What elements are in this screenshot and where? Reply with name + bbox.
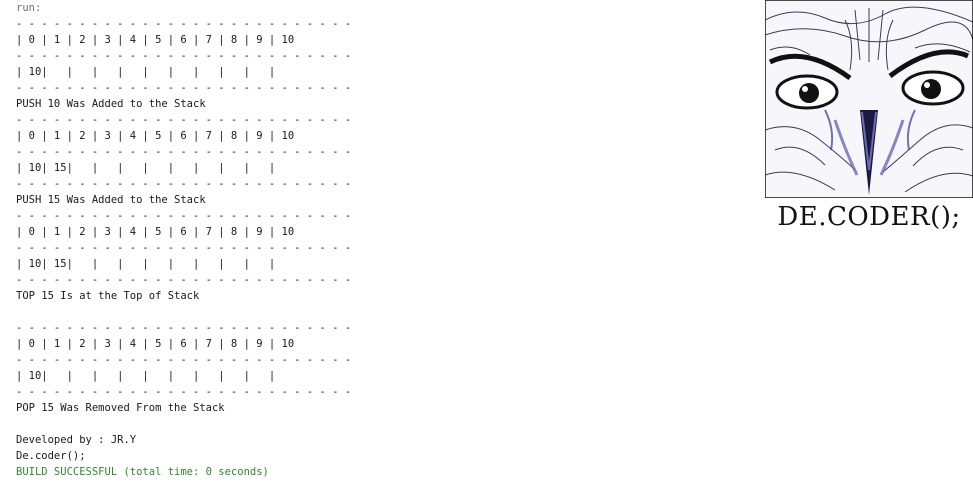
decoder-logo: DE.CODER(); [765,0,973,240]
output-console: run: - - - - - - - - - - - - - - - - - -… [16,0,351,480]
logo-text: DE.CODER(); [777,202,961,232]
operation-message: PUSH 15 Was Added to the Stack [16,194,206,206]
separator-line: - - - - - - - - - - - - - - - - - - - - … [16,210,352,222]
separator-line: - - - - - - - - - - - - - - - - - - - - … [16,18,352,30]
operation-message: POP 15 Was Removed From the Stack [16,402,225,414]
operation-message: PUSH 10 Was Added to the Stack [16,98,206,110]
separator-line: - - - - - - - - - - - - - - - - - - - - … [16,82,352,94]
separator-line: - - - - - - - - - - - - - - - - - - - - … [16,386,352,398]
stack-value-row: | 10| 15| | | | | | | | | [16,162,276,174]
separator-line: - - - - - - - - - - - - - - - - - - - - … [16,322,352,334]
brand-line: De.coder(); [16,450,86,462]
operation-message: TOP 15 Is at the Top of Stack [16,290,200,302]
stack-value-row: | 10| 15| | | | | | | | | [16,258,276,270]
separator-line: - - - - - - - - - - - - - - - - - - - - … [16,242,352,254]
separator-line: - - - - - - - - - - - - - - - - - - - - … [16,50,352,62]
separator-line: - - - - - - - - - - - - - - - - - - - - … [16,274,352,286]
stack-index-row: | 0 | 1 | 2 | 3 | 4 | 5 | 6 | 7 | 8 | 9 … [16,226,295,238]
separator-line: - - - - - - - - - - - - - - - - - - - - … [16,354,352,366]
stack-value-row: | 10| | | | | | | | | | [16,370,276,382]
developer-credit: Developed by : JR.Y [16,434,137,446]
stack-value-row: | 10| | | | | | | | | | [16,66,276,78]
separator-line: - - - - - - - - - - - - - - - - - - - - … [16,114,352,126]
build-status: BUILD SUCCESSFUL (total time: 0 seconds) [16,466,269,478]
stack-index-row: | 0 | 1 | 2 | 3 | 4 | 5 | 6 | 7 | 8 | 9 … [16,338,295,350]
console-line-run: run: [16,2,42,14]
separator-line: - - - - - - - - - - - - - - - - - - - - … [16,146,352,158]
stack-index-row: | 0 | 1 | 2 | 3 | 4 | 5 | 6 | 7 | 8 | 9 … [16,34,295,46]
stack-index-row: | 0 | 1 | 2 | 3 | 4 | 5 | 6 | 7 | 8 | 9 … [16,130,295,142]
owl-sketch-icon [765,0,973,198]
separator-line: - - - - - - - - - - - - - - - - - - - - … [16,178,352,190]
